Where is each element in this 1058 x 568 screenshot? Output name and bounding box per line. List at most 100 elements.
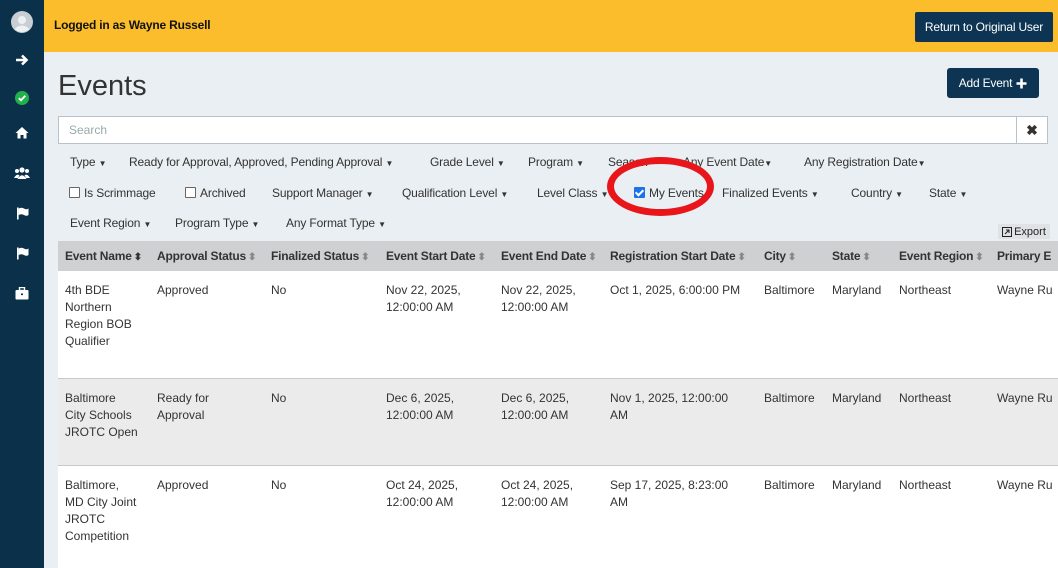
briefcase-icon[interactable]: [0, 281, 44, 305]
sort-icon: ⬍: [975, 252, 984, 263]
export-button[interactable]: Export: [998, 224, 1050, 239]
filter-program-label: Program: [528, 155, 573, 169]
column-header-label: City: [764, 249, 786, 263]
clear-search-icon[interactable]: ✖: [1016, 117, 1047, 143]
search-input[interactable]: [59, 117, 1017, 143]
filter-state-label: State: [929, 186, 957, 200]
sort-icon: ⬍: [787, 252, 797, 263]
caret-down-icon: ▼: [917, 159, 926, 168]
filter-finalized-events[interactable]: Finalized Events ▼: [722, 186, 819, 200]
filter-qualification-level[interactable]: Qualification Level ▼: [402, 186, 508, 200]
cell-finalized-status: No: [271, 478, 287, 492]
cell-event-region: Northeast: [899, 283, 952, 297]
caret-down-icon: ▼: [143, 220, 152, 229]
column-header[interactable]: City ⬍: [764, 249, 796, 263]
filter-grade-level[interactable]: Grade Level ▼: [430, 155, 505, 169]
filter-state[interactable]: State ▼: [929, 186, 967, 200]
check-circle-icon[interactable]: [0, 86, 44, 110]
filter-is-scrimmage-label: Is Scrimmage: [84, 186, 156, 200]
column-header-label: State: [832, 249, 861, 263]
table-header: Event Name ⬍ Approval Status ⬍ Finalized S…: [58, 241, 1058, 271]
sort-icon: ⬍: [133, 252, 142, 263]
cell-registration-start: Sep 17, 2025, 8:23:00 AM: [610, 478, 729, 509]
column-header[interactable]: Event End Date ⬍: [501, 249, 597, 263]
arrow-right-icon[interactable]: [0, 48, 44, 72]
filter-registration-date-label: Any Registration Date: [804, 155, 918, 169]
column-header[interactable]: Registration Start Date ⬍: [610, 249, 746, 263]
column-header[interactable]: Event Start Date ⬍: [386, 249, 486, 263]
column-header[interactable]: Event Region ⬍: [899, 249, 984, 263]
caret-down-icon: ▼: [810, 190, 819, 199]
cell-event-region: Northeast: [899, 391, 952, 405]
impersonation-banner: Logged in as Wayne Russell Return to Ori…: [44, 0, 1058, 52]
sort-icon: ⬍: [248, 252, 257, 263]
table-row[interactable]: Baltimore, MD City Joint JROTC Competiti…: [58, 466, 1058, 568]
return-to-original-user-button[interactable]: Return to Original User: [914, 12, 1053, 42]
cell-primary-contact: Wayne Ru: [997, 283, 1053, 297]
caret-down-icon: ▼: [378, 220, 386, 229]
filter-country-label: Country: [851, 186, 892, 200]
export-label: Export: [1014, 225, 1046, 238]
avatar-icon[interactable]: [0, 10, 44, 34]
cell-event-region: Northeast: [899, 478, 952, 492]
filter-registration-date[interactable]: Any Registration Date▼: [804, 155, 926, 169]
cell-registration-start: Oct 1, 2025, 6:00:00 PM: [610, 283, 741, 297]
cell-end-date: Oct 24, 2025, 12:00:00 AM: [501, 478, 574, 509]
add-event-button[interactable]: Add Event: [947, 68, 1039, 98]
filter-format-type[interactable]: Any Format Type ▼: [286, 216, 386, 230]
filter-is-scrimmage[interactable]: Is Scrimmage: [69, 186, 156, 200]
users-icon[interactable]: [0, 161, 44, 185]
cell-start-date: Dec 6, 2025, 12:00:00 AM: [386, 391, 455, 422]
filter-approval-status[interactable]: Ready for Approval, Approved, Pending Ap…: [129, 155, 393, 169]
filter-support-manager[interactable]: Support Manager ▼: [272, 186, 374, 200]
cell-approval-status: Approved: [157, 478, 209, 492]
caret-down-icon: ▼: [500, 190, 509, 199]
cell-city: Baltimore: [764, 478, 815, 492]
cell-approval-status: Ready for Approval: [157, 391, 210, 422]
caret-down-icon: ▼: [764, 159, 773, 168]
column-header[interactable]: Event Name ⬍: [65, 249, 142, 263]
cell-primary-contact: Wayne Ru: [997, 391, 1053, 405]
sort-icon: ⬍: [737, 252, 746, 263]
column-header[interactable]: Approval Status ⬍: [157, 249, 256, 263]
caret-down-icon: ▼: [251, 220, 260, 229]
plus-icon: [1016, 78, 1027, 88]
filter-event-region[interactable]: Event Region ▼: [70, 216, 151, 230]
filter-level-class[interactable]: Level Class ▼: [537, 186, 609, 200]
sort-icon: ⬍: [862, 252, 871, 263]
cell-start-date: Oct 24, 2025, 12:00:00 AM: [386, 478, 459, 509]
cell-city: Baltimore: [764, 283, 815, 297]
page-title: Events: [58, 70, 147, 102]
filter-country[interactable]: Country ▼: [851, 186, 903, 200]
column-header-label: Registration Start Date: [610, 249, 736, 263]
column-header-label: Event Region: [899, 249, 974, 263]
caret-down-icon: ▼: [496, 159, 505, 168]
filter-grade-level-label: Grade Level: [430, 155, 494, 169]
annotation-circle: [607, 157, 714, 216]
table-row[interactable]: Baltimore City Schools JROTC Open Ready …: [58, 379, 1058, 466]
sidebar: [0, 0, 44, 568]
cell-start-date: Nov 22, 2025, 12:00:00 AM: [386, 283, 461, 314]
flag-icon[interactable]: [0, 201, 44, 225]
home-icon[interactable]: [0, 120, 44, 144]
caret-down-icon: ▼: [959, 190, 968, 199]
cell-approval-status: Approved: [157, 283, 209, 297]
column-header[interactable]: State ⬍: [832, 249, 871, 263]
checkbox-icon[interactable]: [69, 187, 80, 198]
caret-down-icon: ▼: [576, 159, 584, 168]
filter-program-type[interactable]: Program Type ▼: [175, 216, 259, 230]
filter-approval-label: Ready for Approval, Approved, Pending Ap…: [129, 155, 383, 169]
table-row[interactable]: 4th BDE Northern Region BOB Qualifier Ap…: [58, 271, 1058, 379]
filter-archived[interactable]: Archived: [185, 186, 246, 200]
filter-type[interactable]: Type ▼: [70, 155, 107, 169]
cell-event-name: Baltimore City Schools JROTC Open: [65, 391, 138, 439]
column-header[interactable]: Finalized Status ⬍: [271, 249, 370, 263]
cell-state: Maryland: [832, 391, 882, 405]
column-header-label: Event End Date: [501, 249, 587, 263]
cell-event-name: Baltimore, MD City Joint JROTC Competiti…: [65, 478, 137, 543]
flag-icon[interactable]: [0, 241, 44, 265]
filter-program[interactable]: Program ▼: [528, 155, 584, 169]
column-header[interactable]: Primary E: [997, 249, 1051, 263]
cell-event-name: 4th BDE Northern Region BOB Qualifier: [65, 283, 132, 348]
checkbox-icon[interactable]: [185, 187, 196, 198]
